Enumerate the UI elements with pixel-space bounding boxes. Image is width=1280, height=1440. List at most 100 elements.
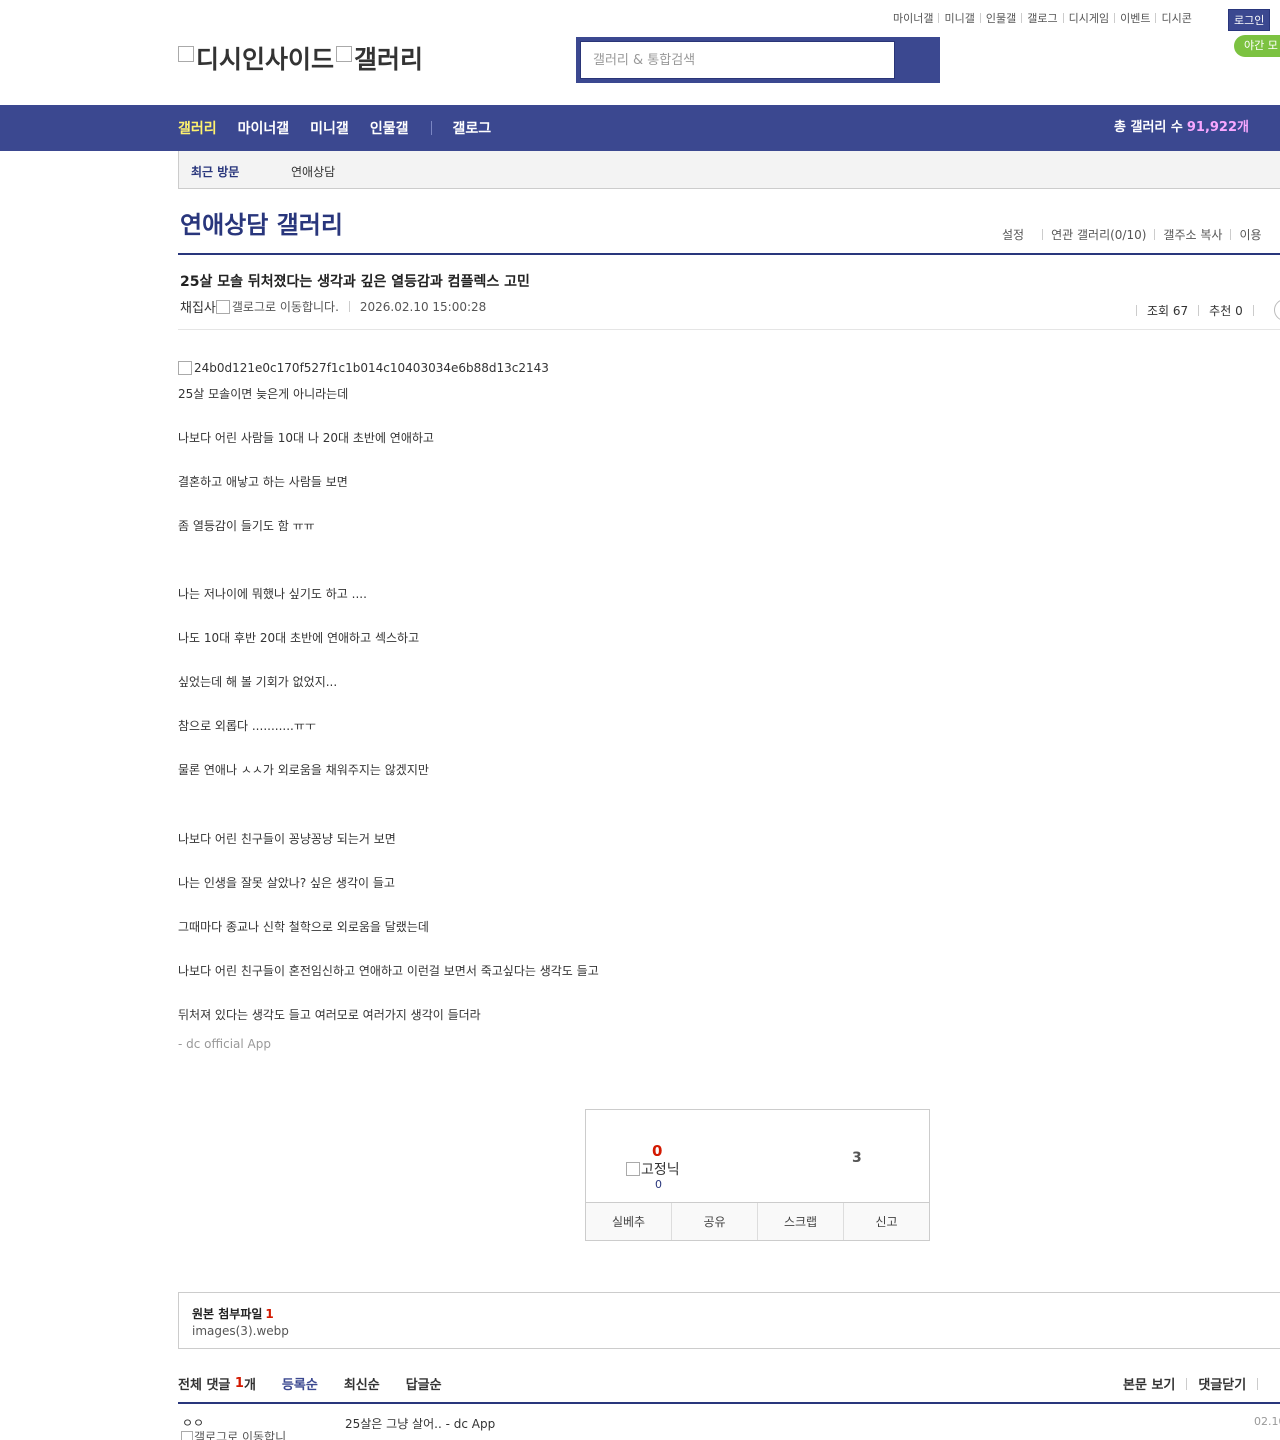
broken-image-icon	[178, 361, 192, 375]
post-line: 나는 저나이에 뭐했나 싶기도 하고 ....	[178, 587, 367, 601]
comment-text: 25살은 그냥 살어.. - dc App	[345, 1417, 496, 1431]
post-content: 24b0d121e0c170f527f1c1b014c10403034e6b88…	[178, 360, 878, 1051]
nav-gallery[interactable]: 갤러리	[178, 118, 217, 138]
util-link-game[interactable]: 디시게임	[1064, 10, 1114, 26]
post-stats: 조회 67 추천 0	[1136, 299, 1280, 321]
main-nav: 갤러리 마이너갤 미니갤 인물갤 갤로그 총 갤러리 수 91,922개	[0, 105, 1280, 151]
post-line: 나는 인생을 잘못 살았나? 싶은 생각이 들고	[178, 876, 395, 890]
search-button[interactable]	[895, 37, 940, 83]
close-comments-button[interactable]: 댓글닫기	[1198, 1374, 1246, 1393]
scrap-button[interactable]: 스크랩	[758, 1203, 844, 1240]
divider	[1257, 1377, 1259, 1390]
gallery-settings-link[interactable]: 설정	[1002, 226, 1024, 243]
attachment-box: 원본 첨부파일 1 images(3).webp	[178, 1292, 1280, 1349]
post-author[interactable]: 채집사	[180, 297, 216, 316]
divider	[1154, 229, 1156, 240]
divider	[348, 301, 350, 312]
nav-mini[interactable]: 미니갤	[310, 118, 349, 138]
total-gallery-count: 총 갤러리 수 91,922개	[1114, 105, 1249, 151]
broken-image-icon	[181, 1430, 193, 1440]
post-line: 나보다 어린 친구들이 혼전임신하고 연애하고 이런걸 보면서 죽고싶다는 생각…	[178, 964, 599, 978]
broken-image-icon	[336, 46, 353, 62]
nav-minor[interactable]: 마이너갤	[238, 118, 290, 138]
main-nav-menu: 갤러리 마이너갤 미니갤 인물갤 갤로그	[178, 105, 512, 151]
comment-tools: 본문 보기 댓글닫기	[1123, 1374, 1269, 1393]
comment-total-label: 전체 댓글	[178, 1378, 231, 1393]
post-line: 물론 연애나 ㅅㅅ가 외로움을 채워주지는 않겠지만	[178, 763, 429, 777]
post-line: 나도 10대 후반 20대 초반에 연애하고 섹스하고	[178, 631, 420, 645]
gallery-tools: 설정 연관 갤러리(0/10) 갤주소 복사 이용	[1002, 226, 1262, 243]
gallery-title[interactable]: 연애상담 갤러리	[180, 205, 343, 240]
divider	[1042, 229, 1044, 240]
post-date: 2026.02.10 15:00:28	[359, 299, 487, 314]
comment-count: 1	[234, 1376, 244, 1391]
util-link-dccon[interactable]: 디시콘	[1156, 10, 1196, 26]
comment-gallog-badge[interactable]: 갤로그로 이동합니	[181, 1428, 286, 1440]
divider	[1252, 304, 1254, 316]
copy-address-link[interactable]: 갤주소 복사	[1163, 226, 1222, 243]
comment-count-suffix: 개	[243, 1378, 256, 1393]
sort-registered[interactable]: 등록순	[282, 1374, 318, 1393]
recent-visits: 최근 방문 연애상담	[178, 151, 1280, 189]
post-views: 조회 67	[1147, 303, 1189, 318]
util-link-mini[interactable]: 미니갤	[939, 10, 979, 26]
report-button[interactable]: 신고	[844, 1203, 929, 1240]
post-line: 싶었는데 해 볼 기회가 없었지...	[178, 675, 338, 689]
util-link-gallog[interactable]: 갤로그	[1022, 10, 1062, 26]
fixed-nick-count: 0	[655, 1178, 662, 1191]
post-line: 나보다 어린 친구들이 꽁냥꽁냥 되는거 보면	[178, 832, 396, 846]
util-link-person[interactable]: 인물갤	[981, 10, 1021, 26]
divider	[1186, 1377, 1188, 1390]
gallog-badge[interactable]: 갤로그로 이동합니다.	[215, 298, 339, 315]
share-button[interactable]: 공유	[672, 1203, 758, 1240]
comment-row: ㅇㅇ 갤로그로 이동합니 25살은 그냥 살어.. - dc App 02.10	[178, 1414, 1280, 1440]
sort-latest[interactable]: 최신순	[344, 1374, 380, 1393]
recent-item[interactable]: 연애상담	[291, 163, 335, 180]
view-body-button[interactable]: 본문 보기	[1123, 1374, 1175, 1393]
divider	[1136, 304, 1137, 316]
attachment-label: 원본 첨부파일	[192, 1307, 263, 1321]
nav-gallog[interactable]: 갤로그	[452, 118, 491, 138]
site-logo[interactable]: 디시인사이드 갤러리	[178, 40, 423, 76]
search-bar	[576, 37, 940, 83]
fixed-nick-recommend[interactable]: 고정닉	[626, 1159, 680, 1179]
top-util-links: 마이너갤 미니갤 인물갤 갤로그 디시게임 이벤트 디시콘	[893, 10, 1197, 26]
divider	[431, 121, 433, 135]
broken-image-icon	[626, 1162, 640, 1176]
night-mode-toggle[interactable]: 야간 모	[1234, 35, 1280, 57]
post-line: 참으로 외롭다 ...........ㅠㅜ	[178, 719, 316, 733]
post-image-alt: 24b0d121e0c170f527f1c1b014c10403034e6b88…	[194, 361, 549, 375]
usage-link[interactable]: 이용	[1239, 226, 1261, 243]
search-field-box	[580, 41, 895, 79]
related-gallery-link[interactable]: 연관 갤러리(0/10)	[1051, 226, 1146, 243]
post-line: 그때마다 종교나 신학 철학으로 외로움을 달랬는데	[178, 920, 429, 934]
divider	[178, 1402, 1280, 1404]
best-recommend-button[interactable]: 실베추	[586, 1203, 672, 1240]
attachment-count: 1	[265, 1307, 274, 1321]
logo-section-text: 갤러리	[354, 45, 424, 74]
search-input[interactable]	[581, 42, 894, 78]
post-line: 좀 열등감이 들기도 함 ㅠㅠ	[178, 519, 315, 533]
gallog-badge-text: 갤로그로 이동합니다.	[231, 300, 339, 314]
attachment-header: 원본 첨부파일 1	[192, 1305, 274, 1322]
util-link-minor[interactable]: 마이너갤	[893, 10, 938, 26]
app-signature: - dc official App	[178, 1037, 271, 1051]
downvote-count: 3	[852, 1150, 862, 1166]
more-circle-icon[interactable]	[1273, 299, 1280, 321]
upvote-count: 0	[652, 1142, 663, 1160]
sort-replies[interactable]: 답글순	[406, 1374, 442, 1393]
total-value: 91,922개	[1186, 120, 1249, 135]
divider	[178, 253, 1280, 255]
comment-date: 02.10	[1254, 1415, 1280, 1428]
post-line: 뒤처져 있다는 생각도 들고 여러모로 여러가지 생각이 들더라	[178, 1008, 481, 1022]
comment-header: 전체 댓글 1개 등록순 최신순 답글순	[178, 1374, 442, 1393]
login-button[interactable]: 로그인	[1228, 9, 1271, 31]
nav-person[interactable]: 인물갤	[370, 118, 409, 138]
comment-badge-text: 갤로그로 이동합니	[194, 1430, 287, 1440]
post-recommend: 추천 0	[1209, 303, 1243, 318]
util-link-event[interactable]: 이벤트	[1115, 10, 1155, 26]
attachment-file-link[interactable]: images(3).webp	[192, 1324, 289, 1338]
post-line: 나보다 어린 사람들 10대 나 20대 초반에 연애하고	[178, 431, 434, 445]
fixed-nick-label: 고정닉	[641, 1162, 680, 1178]
post-image[interactable]: 24b0d121e0c170f527f1c1b014c10403034e6b88…	[178, 360, 878, 376]
